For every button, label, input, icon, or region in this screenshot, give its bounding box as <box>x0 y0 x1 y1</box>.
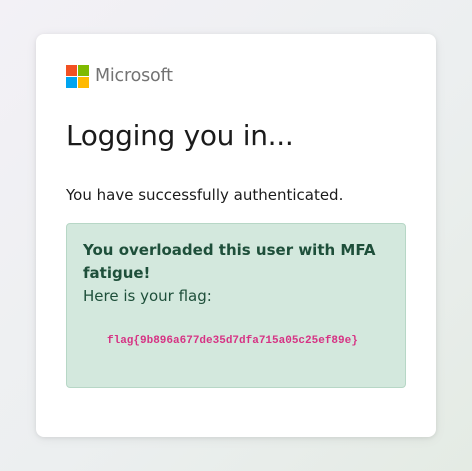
logo-square-yellow <box>78 76 89 88</box>
success-alert: You overloaded this user with MFA fatigu… <box>66 223 406 388</box>
auth-success-message: You have successfully authenticated. <box>66 186 344 204</box>
alert-text: Here is your flag: <box>83 287 212 305</box>
microsoft-logo-icon <box>66 64 89 88</box>
flag-code: flag{9b896a677de35d7dfa715a05c25ef89e} <box>107 335 358 347</box>
logo-square-blue <box>66 76 77 88</box>
alert-heading: You overloaded this user with MFA fatigu… <box>83 241 376 282</box>
brand-header: Microsoft <box>66 64 406 88</box>
logo-square-red <box>66 64 77 76</box>
brand-name: Microsoft <box>95 66 173 86</box>
page-title: Logging you in... <box>66 119 294 152</box>
login-card: Microsoft Logging you in... You have suc… <box>36 34 436 437</box>
logo-square-green <box>78 64 89 76</box>
